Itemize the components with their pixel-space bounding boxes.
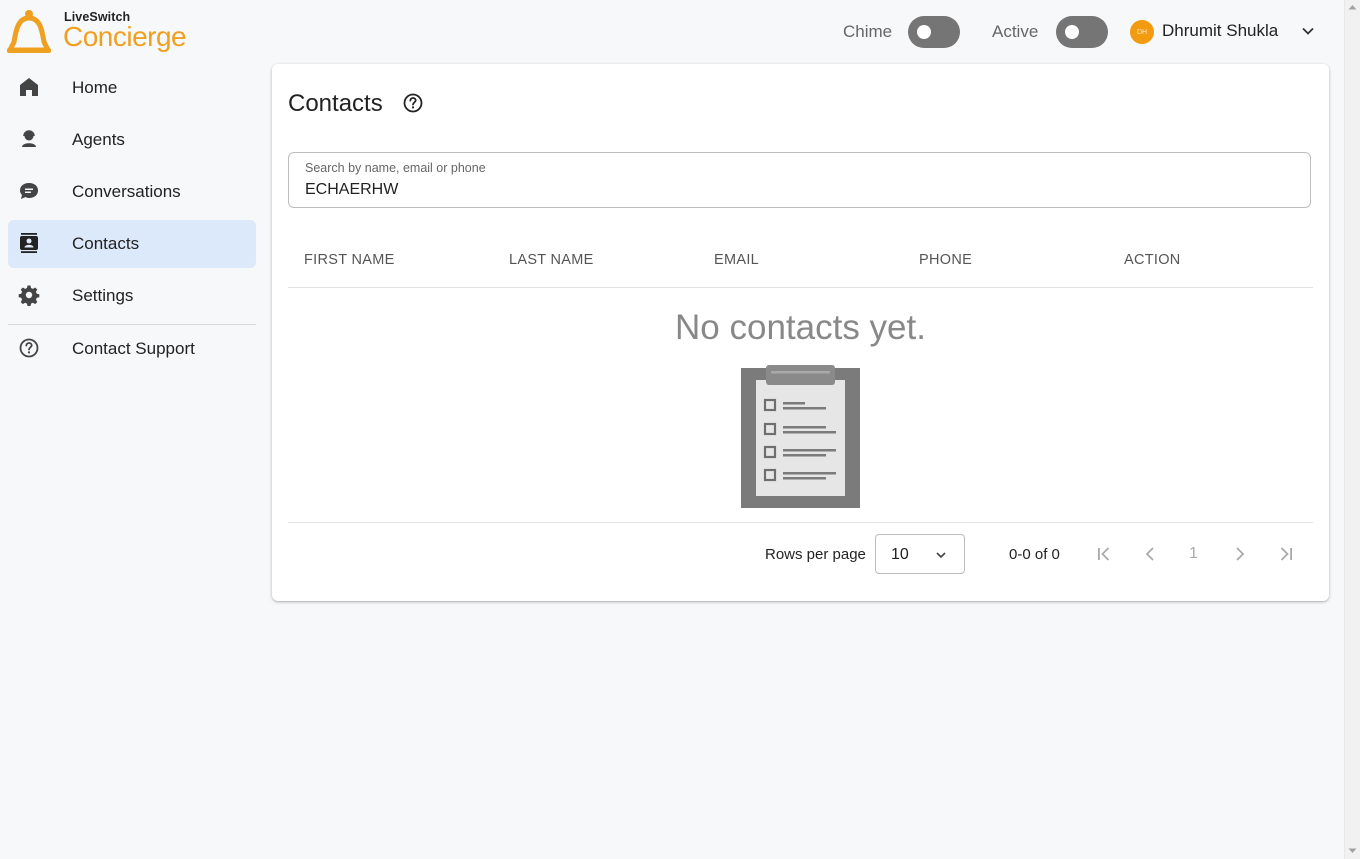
toggle-knob [917, 25, 931, 39]
contacts-card: Contacts Search by name, email or phone … [272, 64, 1329, 601]
sidebar-item-agents[interactable]: Agents [8, 116, 256, 164]
sidebar-item-label: Contact Support [72, 339, 195, 358]
avatar[interactable]: DH [1130, 20, 1154, 44]
previous-page-icon[interactable] [1138, 542, 1162, 566]
clipboard-icon [741, 365, 860, 508]
last-page-icon[interactable] [1274, 542, 1298, 566]
rows-per-page-value: 10 [891, 546, 909, 563]
chat-icon [20, 183, 38, 199]
search-field[interactable]: Search by name, email or phone [288, 152, 1311, 208]
first-page-icon[interactable] [1092, 542, 1116, 566]
help-icon[interactable] [402, 92, 424, 114]
chevron-down-icon [936, 552, 946, 559]
sidebar-item-home[interactable]: Home [8, 64, 256, 112]
sidebar-item-label: Contacts [72, 234, 140, 253]
user-name[interactable]: Dhrumit Shukla [1162, 21, 1278, 41]
bell-logo-icon [7, 10, 51, 53]
avatar-initials: DH [1136, 28, 1148, 36]
current-page-number[interactable]: 1 [1189, 545, 1198, 563]
chime-label: Chime [843, 22, 893, 41]
sidebar-item-label: Conversations [72, 182, 181, 201]
footer-divider [288, 522, 1313, 523]
sidebar-item-label: Agents [72, 130, 125, 149]
page-title: Contacts [288, 90, 383, 117]
active-label: Active [992, 22, 1039, 41]
column-header-last-name: LAST NAME [509, 252, 594, 268]
help-circle-icon [19, 338, 39, 358]
brand-name: Concierge [63, 21, 187, 52]
search-input[interactable] [305, 181, 1285, 199]
sidebar-item-label: Home [72, 78, 118, 97]
rows-per-page-label: Rows per page [765, 546, 866, 563]
sidebar-item-settings[interactable]: Settings [8, 272, 256, 320]
next-page-icon[interactable] [1228, 542, 1252, 566]
column-header-phone: PHONE [919, 252, 973, 268]
toggle-knob [1065, 25, 1079, 39]
app-logo[interactable]: LiveSwitch Concierge [4, 8, 194, 58]
contacts-icon [20, 233, 38, 253]
scroll-up-arrow-icon[interactable] [1348, 4, 1357, 10]
empty-state-message: No contacts yet. [675, 308, 926, 347]
column-header-action: ACTION [1124, 252, 1181, 268]
chevron-down-icon[interactable] [1301, 24, 1315, 38]
sidebar-item-contact-support[interactable]: Contact Support [8, 325, 256, 373]
sidebar-item-label: Settings [72, 286, 134, 305]
active-toggle[interactable] [1056, 16, 1108, 48]
column-header-email: EMAIL [714, 252, 760, 268]
scroll-down-arrow-icon[interactable] [1348, 848, 1357, 854]
agent-icon [22, 130, 36, 147]
header-divider [288, 287, 1313, 288]
gear-icon [18, 285, 40, 306]
search-label: Search by name, email or phone [305, 161, 486, 175]
home-icon [20, 78, 38, 96]
pagination-range: 0-0 of 0 [1009, 546, 1060, 563]
column-header-first-name: FIRST NAME [304, 252, 395, 268]
rows-per-page-select[interactable]: 10 [875, 534, 965, 574]
vertical-scrollbar[interactable] [1344, 0, 1360, 859]
sidebar-item-conversations[interactable]: Conversations [8, 168, 256, 216]
chime-toggle[interactable] [908, 16, 960, 48]
sidebar-item-contacts[interactable]: Contacts [8, 220, 256, 268]
